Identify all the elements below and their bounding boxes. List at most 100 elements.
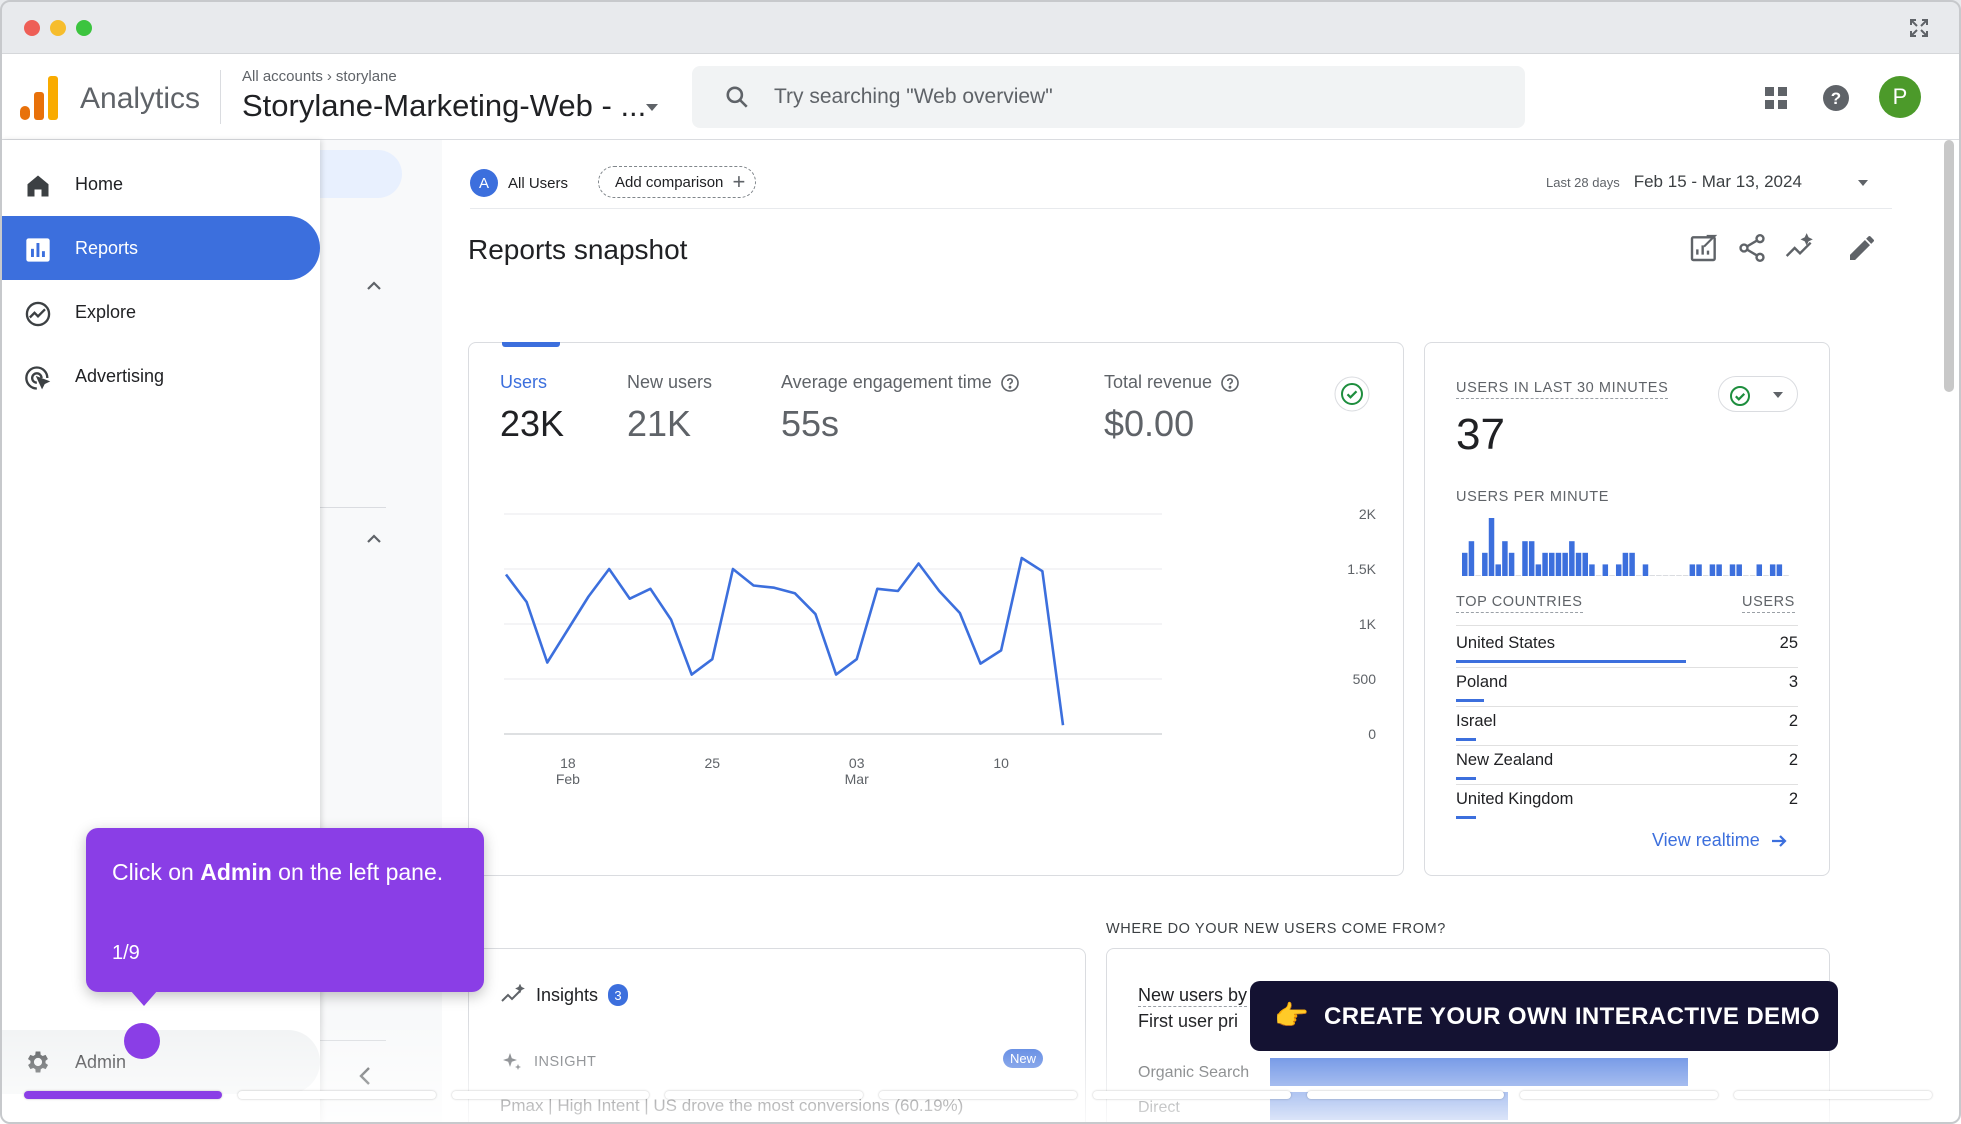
source-row-label: Organic Search: [1138, 1064, 1250, 1081]
per-minute-bar: [1569, 541, 1575, 576]
per-minute-bar: [1729, 564, 1736, 576]
per-minute-bar: [1522, 541, 1528, 576]
per-minute-bar: [1743, 575, 1749, 576]
per-minute-bar: [1763, 575, 1769, 576]
progress-segment[interactable]: [665, 1091, 864, 1099]
create-demo-cta-button[interactable]: 👉 CREATE YOUR OWN INTERACTIVE DEMO: [1250, 981, 1838, 1051]
chevron-up-icon[interactable]: [366, 533, 382, 545]
per-minute-bar: [1515, 575, 1522, 576]
collapse-panel-icon[interactable]: [356, 1064, 376, 1088]
divider: [1456, 784, 1798, 785]
share-icon[interactable]: [1736, 232, 1768, 264]
search-input[interactable]: [774, 78, 1474, 116]
plus-icon: +: [732, 169, 746, 194]
metric-label: Average engagement time: [781, 372, 992, 392]
breadcrumb-root[interactable]: All accounts: [242, 68, 323, 85]
view-realtime-link[interactable]: View realtime: [1652, 830, 1788, 851]
subpanel-selected-item[interactable]: [320, 150, 402, 198]
country-name: Israel: [1456, 712, 1497, 730]
tooltip-text-after: on the left pane.: [271, 859, 444, 885]
breadcrumb[interactable]: All accounts › storylane: [242, 68, 397, 85]
source-chart-title[interactable]: New users by: [1138, 985, 1248, 1007]
per-minute-bar: [1709, 564, 1716, 576]
metric-value: $0.00: [1104, 403, 1195, 444]
caret-down-icon[interactable]: [1858, 180, 1868, 186]
metric-value: 21K: [627, 403, 692, 444]
segment-chip[interactable]: A All Users: [470, 168, 568, 198]
chevron-up-icon[interactable]: [366, 280, 382, 292]
country-share-bar: [1456, 699, 1484, 702]
segment-badge: A: [470, 169, 498, 197]
hotspot-indicator[interactable]: [124, 1023, 160, 1059]
nav-item-label: Admin: [75, 1052, 127, 1072]
progress-segment[interactable]: [1092, 1091, 1291, 1099]
progress-segment[interactable]: [1520, 1091, 1719, 1099]
expand-icon[interactable]: [1907, 16, 1931, 40]
insights-icon[interactable]: [1784, 232, 1816, 264]
divider: [220, 70, 221, 124]
caret-down-icon[interactable]: [646, 104, 658, 111]
close-window-button[interactable]: [24, 20, 40, 36]
progress-segment[interactable]: [237, 1091, 436, 1099]
metric-users[interactable]: Users 23K: [500, 372, 564, 445]
maximize-window-button[interactable]: [76, 20, 92, 36]
x-tick-sublabel: Feb: [556, 771, 580, 787]
search-bar[interactable]: [692, 66, 1525, 128]
realtime-status-button[interactable]: [1718, 376, 1798, 412]
nav-item-label: Explore: [75, 301, 137, 322]
analytics-logo-icon: [20, 76, 58, 120]
progress-segment[interactable]: [1306, 1091, 1505, 1099]
help-icon[interactable]: ?: [1820, 82, 1852, 114]
country-row: United Kingdom 2: [1456, 790, 1798, 828]
metric-new-users[interactable]: New users 21K: [627, 372, 712, 445]
date-range-picker[interactable]: Last 28 days Feb 15 - Mar 13, 2024: [1546, 172, 1802, 192]
metric-total-revenue[interactable]: Total revenue $0.00: [1104, 372, 1240, 445]
scrollbar[interactable]: [1944, 140, 1954, 392]
nav-item-advertising[interactable]: Advertising: [0, 344, 320, 408]
nav-item-home[interactable]: Home: [0, 152, 320, 216]
per-minute-bar: [1528, 541, 1535, 576]
progress-segment[interactable]: [451, 1091, 650, 1099]
country-share-bar: [1456, 777, 1476, 780]
property-selector[interactable]: Storylane-Marketing-Web - ...: [242, 88, 646, 124]
realtime-title[interactable]: USERS IN LAST 30 MINUTES: [1456, 380, 1669, 399]
date-range-label: Last 28 days: [1546, 175, 1620, 190]
progress-segment[interactable]: [879, 1091, 1077, 1099]
breadcrumb-account[interactable]: storylane: [336, 68, 397, 85]
country-share-bar: [1456, 738, 1476, 741]
nav-item-label: Home: [75, 173, 124, 194]
per-minute-bar: [1575, 552, 1582, 576]
country-name: New Zealand: [1456, 751, 1554, 769]
realtime-value: 37: [1456, 410, 1505, 459]
progress-segment[interactable]: [24, 1091, 222, 1099]
explore-icon: [25, 301, 51, 327]
help-circle-icon[interactable]: [1220, 373, 1240, 393]
customize-report-icon[interactable]: [1688, 232, 1720, 264]
per-minute-bar: [1756, 564, 1763, 576]
per-minute-bar: [1669, 575, 1676, 576]
tooltip-text: Click on Admin on the left pane.: [112, 856, 462, 889]
per-minute-bar: [1702, 575, 1709, 576]
x-tick-label: 18: [560, 755, 576, 771]
metric-engagement-time[interactable]: Average engagement time 55s: [781, 372, 1020, 445]
edit-icon[interactable]: [1846, 232, 1878, 264]
apps-grid-icon[interactable]: [1760, 82, 1792, 114]
insights-header[interactable]: Insights 3: [500, 984, 629, 1006]
avatar[interactable]: P: [1879, 76, 1921, 118]
per-minute-bar: [1736, 564, 1742, 576]
per-minute-bar: [1636, 575, 1642, 576]
nav-item-explore[interactable]: Explore: [0, 280, 320, 344]
country-users: 2: [1788, 790, 1798, 808]
per-minute-bar: [1689, 564, 1696, 576]
minimize-window-button[interactable]: [50, 20, 66, 36]
check-circle-icon[interactable]: [1334, 376, 1370, 412]
users-series-line: [504, 556, 1065, 726]
nav-item-reports[interactable]: Reports: [0, 216, 320, 280]
per-minute-bar: [1723, 575, 1729, 576]
help-circle-icon[interactable]: [1000, 373, 1020, 393]
nav-item-admin[interactable]: Admin: [0, 1030, 320, 1094]
progress-segment[interactable]: [1734, 1091, 1933, 1099]
add-comparison-button[interactable]: Add comparison +: [598, 166, 757, 198]
source-chart-dimension[interactable]: First user pri: [1138, 1011, 1238, 1032]
add-comparison-label: Add comparison: [615, 173, 724, 191]
